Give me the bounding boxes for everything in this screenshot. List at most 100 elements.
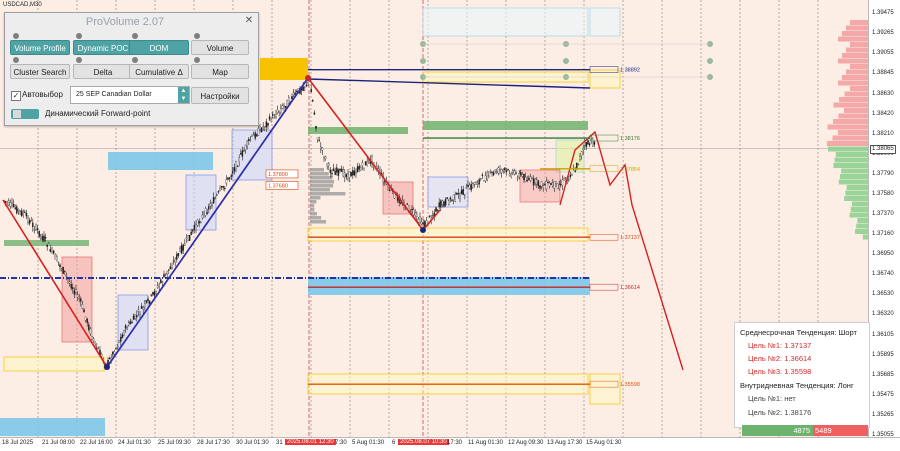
candle-body (468, 184, 471, 189)
candle-body (30, 220, 32, 222)
candle-body (284, 106, 287, 109)
time-label: 31 (276, 440, 283, 446)
profile-bar (310, 220, 327, 224)
candle-body (563, 178, 565, 181)
candle-body (139, 313, 141, 315)
buy-volume: 4875 (742, 425, 813, 436)
candle-body (88, 324, 90, 330)
candle-body (320, 146, 322, 150)
candle-body (124, 325, 127, 329)
candle-body (97, 348, 100, 351)
sell-volume: 5489 (813, 425, 868, 436)
profile-bar (310, 208, 315, 212)
forward-point-label: Динамический Forward-point (45, 109, 151, 118)
cluster-search-button[interactable]: Cluster Search (10, 64, 70, 79)
time-label: 2025.08.01 12:30 (285, 439, 336, 445)
price-scale[interactable]: 1.39475 1.39265 1.39055 1.38845 1.38630 1.384… (868, 0, 900, 438)
candle-body (497, 167, 500, 174)
target-level-label: 1.36614 (620, 285, 640, 291)
auto-select-checkbox[interactable]: ✓ (11, 91, 21, 101)
candle-body (457, 193, 460, 195)
candle-body (440, 200, 442, 208)
profile-bar (310, 192, 346, 196)
volume-button[interactable]: Volume (191, 40, 249, 55)
candle-body (444, 199, 447, 206)
candle-body (256, 134, 258, 137)
candle-body (180, 245, 183, 254)
cumulative-delta-button[interactable]: Cumulative Δ (129, 64, 189, 79)
candle-body (211, 205, 213, 207)
candle-body (188, 234, 191, 241)
candle-body (502, 169, 504, 171)
candle-body (94, 341, 96, 345)
candle-body (251, 134, 253, 137)
candle-body (59, 264, 61, 268)
candle-body (456, 192, 458, 195)
candle-body (259, 126, 261, 130)
delta-button[interactable]: Delta (73, 64, 133, 79)
settings-button[interactable]: Настройки (191, 87, 249, 104)
instrument-select[interactable]: 25 SEP Canadian Dollar ▲ ▼ (70, 86, 190, 104)
candle-body (523, 174, 525, 181)
time-label: 28 Jul 17:30 (197, 440, 230, 446)
map-button[interactable]: Map (191, 64, 249, 79)
candle-body (475, 182, 477, 185)
candle-body (14, 207, 16, 209)
candle-body (169, 266, 172, 270)
map-indicator-icon (194, 57, 200, 63)
target-levels: 1.38892 1.38176 1.37854 1.37137 1.36614 1.355… (265, 66, 640, 388)
candle-body (344, 172, 346, 178)
dom-button[interactable]: DOM (129, 40, 189, 55)
candle-body (411, 208, 413, 211)
time-label: 13 Aug 17:30 (547, 440, 583, 446)
candle-body (84, 316, 87, 321)
candle-body (212, 197, 215, 204)
candle-body (528, 178, 530, 180)
candle-body (504, 167, 506, 171)
dynamic-poc-button[interactable]: Dynamic POC (73, 40, 133, 55)
candle-body (132, 315, 135, 320)
candle-body (473, 182, 476, 185)
candle-body (558, 184, 560, 189)
candle-body (321, 147, 324, 151)
dom-bar (827, 124, 868, 130)
medium-target-2: Цель №2: 1.36614 (748, 354, 812, 363)
candle-body (548, 183, 551, 187)
dom-bar (846, 185, 868, 190)
forward-point-toggle[interactable] (11, 109, 39, 119)
candle-body (480, 178, 482, 180)
candle-body (206, 212, 208, 214)
time-label: 11 Aug 01:30 (468, 440, 503, 446)
candle-body (505, 170, 508, 172)
volume-profile-button[interactable]: Volume Profile (10, 40, 70, 55)
candle-body (249, 139, 252, 141)
profile-bar (310, 184, 334, 188)
candle-body (526, 180, 528, 182)
close-icon[interactable]: ✕ (243, 15, 255, 27)
candle-body (331, 173, 333, 175)
candle-body (140, 306, 143, 309)
time-axis[interactable]: 18 Jul 2025 21 Jul 08:00 22 Jul 16:00 24 Ju… (0, 437, 900, 451)
candle-body (112, 351, 114, 355)
candle-body (233, 167, 236, 172)
time-label: 24 Jul 01:30 (118, 440, 151, 446)
candle-body (182, 244, 184, 251)
medium-trend-title: Среднесрочная Тенденция: Шорт (740, 328, 857, 337)
candle-body (72, 287, 74, 290)
candle-body (292, 92, 295, 95)
candle-body (27, 217, 29, 223)
candle-body (168, 269, 170, 271)
candle-body (224, 187, 226, 190)
candle-body (441, 200, 444, 205)
candle-body (281, 105, 284, 109)
candle-body (592, 138, 594, 147)
dom-bar (842, 31, 868, 36)
buy-zone (108, 152, 213, 170)
candle-body (81, 304, 84, 309)
dom-bar (857, 218, 868, 223)
candle-body (227, 177, 229, 180)
dom-bar (856, 223, 868, 229)
candle-body (230, 175, 232, 177)
chevron-updown-icon[interactable]: ▲ ▼ (178, 87, 189, 103)
provolume-panel[interactable]: ProVolume 2.07 ✕ Volume Profile Dynamic … (4, 12, 259, 126)
